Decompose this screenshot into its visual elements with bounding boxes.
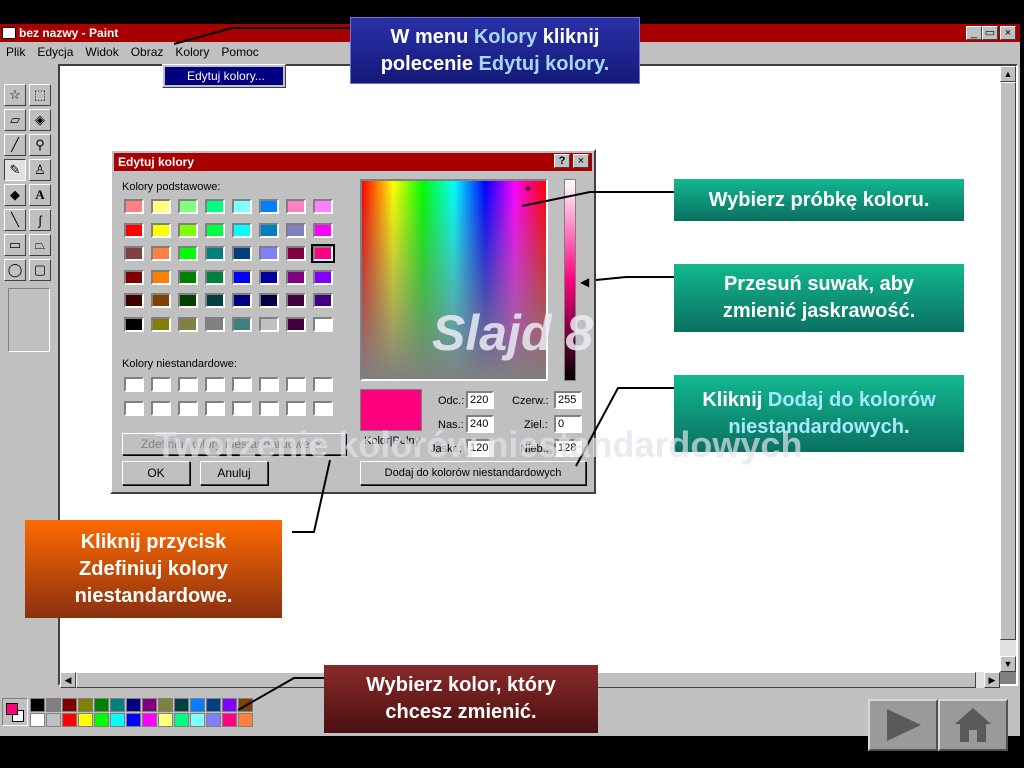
callout-menu-text-a: W menu (390, 25, 474, 48)
callout-menu: W menu Kolory kliknij polecenie Edytuj k… (350, 17, 640, 84)
slide-number-overlay: Slajd 8 (432, 305, 594, 361)
play-arrow-icon (887, 709, 921, 741)
home-button[interactable] (938, 699, 1008, 751)
callout-menu-text-d: polecenie (380, 52, 479, 75)
callout-sample: Wybierz próbkę koloru. (674, 179, 964, 221)
connector-define (292, 459, 331, 533)
callout-menu-text-c: kliknij (537, 25, 600, 48)
callout-define: Kliknij przycisk Zdefiniuj kolory niesta… (25, 520, 282, 618)
callout-menu-text-b: Kolory (473, 25, 538, 48)
next-slide-button[interactable] (868, 699, 938, 751)
connector-sample (521, 191, 674, 207)
connector-menu (173, 27, 350, 45)
callout-add-text-c: . (904, 415, 910, 438)
callout-menu-text-e: Edytuj kolory. (478, 52, 610, 75)
callout-slider: Przesuń suwak, aby zmienić jaskrawość. (674, 264, 964, 332)
callout-add-text-a: Kliknij (702, 388, 768, 411)
connector-pick (237, 677, 324, 711)
home-icon (955, 708, 991, 742)
connector-slider (595, 276, 674, 281)
callout-pick: Wybierz kolor, który chcesz zmienić. (324, 665, 598, 733)
slide-heading-overlay: Tworzenie kolorów niestandardowych (155, 424, 803, 465)
